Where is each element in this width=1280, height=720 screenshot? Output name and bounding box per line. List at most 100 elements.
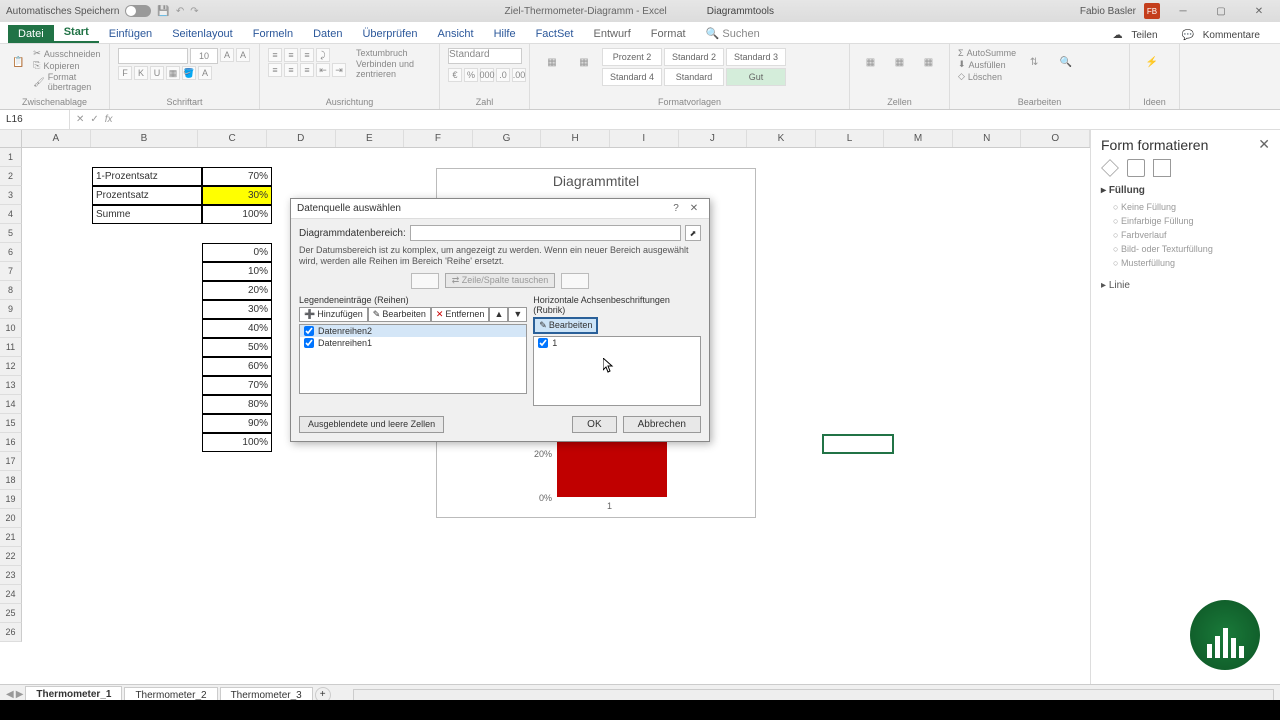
column-header[interactable]: N xyxy=(953,130,1022,147)
inc-dec-icon[interactable]: .0 xyxy=(496,68,510,82)
cell[interactable]: 30% xyxy=(202,186,272,205)
cell[interactable]: Summe xyxy=(92,205,202,224)
comments-button[interactable]: 💬 Kommentare xyxy=(1176,28,1272,43)
cell[interactable]: 100% xyxy=(202,205,272,224)
fill-solid-radio[interactable]: ○ Einfarbige Füllung xyxy=(1101,214,1270,228)
format-cells-icon[interactable]: ▦ xyxy=(916,48,941,76)
fill-picture-radio[interactable]: ○ Bild- oder Texturfüllung xyxy=(1101,242,1270,256)
series-list[interactable]: Datenreihen2 Datenreihen1 xyxy=(299,324,527,394)
tab-hilfe[interactable]: Hilfe xyxy=(484,25,526,43)
worksheet[interactable]: ABCDEFGHIJKLMNO 123456789101112131415161… xyxy=(0,130,1090,684)
row-header[interactable]: 16 xyxy=(0,433,22,452)
redo-icon[interactable]: ↷ xyxy=(190,6,198,17)
decrease-font-icon[interactable]: A xyxy=(236,48,250,62)
add-series-button[interactable]: ➕Hinzufügen xyxy=(299,307,368,322)
row-header[interactable]: 8 xyxy=(0,281,22,300)
tab-formeln[interactable]: Formeln xyxy=(243,25,303,43)
column-header[interactable]: I xyxy=(610,130,679,147)
align-bot-icon[interactable]: ≡ xyxy=(300,48,314,62)
cell[interactable]: 70% xyxy=(202,167,272,186)
minimize-button[interactable]: ─ xyxy=(1168,2,1198,20)
row-header[interactable]: 25 xyxy=(0,604,22,623)
row-header[interactable]: 26 xyxy=(0,623,22,642)
move-up-button[interactable]: ▲ xyxy=(489,307,508,322)
tab-ansicht[interactable]: Ansicht xyxy=(427,25,483,43)
cancel-button[interactable]: Abbrechen xyxy=(623,416,701,433)
cell[interactable]: 100% xyxy=(202,433,272,452)
style-standard3[interactable]: Standard 3 xyxy=(726,48,786,66)
tab-format[interactable]: Format xyxy=(641,25,696,43)
fill-button[interactable]: ⬇ Ausfüllen xyxy=(958,59,1016,70)
row-header[interactable]: 12 xyxy=(0,357,22,376)
tab-start[interactable]: Start xyxy=(54,23,99,43)
row-header[interactable]: 24 xyxy=(0,585,22,604)
column-header[interactable]: F xyxy=(404,130,473,147)
wrap-text-button[interactable]: Textumbruch xyxy=(356,48,431,58)
column-header[interactable]: O xyxy=(1021,130,1090,147)
tab-datei[interactable]: Datei xyxy=(8,25,54,43)
column-header[interactable]: J xyxy=(679,130,748,147)
align-mid-icon[interactable]: ≡ xyxy=(284,48,298,62)
font-size[interactable]: 10 xyxy=(190,48,218,64)
column-header[interactable]: E xyxy=(336,130,405,147)
enter-formula-icon[interactable]: ✓ xyxy=(90,114,98,125)
cell[interactable]: 70% xyxy=(202,376,272,395)
comma-icon[interactable]: 000 xyxy=(480,68,494,82)
row-header[interactable]: 17 xyxy=(0,452,22,471)
dialog-help-icon[interactable]: ? xyxy=(667,203,685,214)
tab-suchen[interactable]: 🔍 Suchen xyxy=(696,24,770,43)
chart-range-input[interactable] xyxy=(410,225,681,241)
close-button[interactable]: ✕ xyxy=(1244,2,1274,20)
effects-tab-icon[interactable] xyxy=(1127,159,1145,177)
cell[interactable]: 90% xyxy=(202,414,272,433)
column-header[interactable]: D xyxy=(267,130,336,147)
user-avatar[interactable]: FB xyxy=(1144,3,1160,19)
cut-button[interactable]: ✂ Ausschneiden xyxy=(33,48,101,59)
cancel-formula-icon[interactable]: ✕ xyxy=(76,114,84,125)
style-standard[interactable]: Standard xyxy=(664,68,724,86)
underline-button[interactable]: U xyxy=(150,66,164,80)
fill-section-header[interactable]: ▸ Füllung xyxy=(1101,185,1270,196)
column-header[interactable]: K xyxy=(747,130,816,147)
font-select[interactable] xyxy=(118,48,188,64)
row-header[interactable]: 13 xyxy=(0,376,22,395)
column-header[interactable]: A xyxy=(22,130,91,147)
cell[interactable]: 50% xyxy=(202,338,272,357)
cell[interactable]: 60% xyxy=(202,357,272,376)
cell[interactable]: Prozentsatz xyxy=(92,186,202,205)
currency-icon[interactable]: € xyxy=(448,68,462,82)
style-standard4[interactable]: Standard 4 xyxy=(602,68,662,86)
percent-icon[interactable]: % xyxy=(464,68,478,82)
style-standard2[interactable]: Standard 2 xyxy=(664,48,724,66)
tab-nav-prev-icon[interactable]: ◀ xyxy=(6,689,14,700)
delete-cells-icon[interactable]: ▦ xyxy=(887,48,912,76)
column-headers[interactable]: ABCDEFGHIJKLMNO xyxy=(22,130,1090,148)
horizontal-scrollbar[interactable] xyxy=(353,689,1274,701)
maximize-button[interactable]: ▢ xyxy=(1206,2,1236,20)
orient-icon[interactable]: ⤸ xyxy=(316,48,330,62)
tab-einfuegen[interactable]: Einfügen xyxy=(99,25,162,43)
row-header[interactable]: 20 xyxy=(0,509,22,528)
swap-row-col-button[interactable]: ⇄ Zeile/Spalte tauschen xyxy=(445,273,556,288)
autosum-button[interactable]: Σ AutoSumme xyxy=(958,48,1016,58)
copy-button[interactable]: ⎘ Kopieren xyxy=(33,60,101,71)
number-format-select[interactable]: Standard xyxy=(448,48,522,64)
row-header[interactable]: 3 xyxy=(0,186,22,205)
column-header[interactable]: C xyxy=(198,130,267,147)
table-format-icon[interactable]: ▦ xyxy=(570,48,598,76)
tab-daten[interactable]: Daten xyxy=(303,25,352,43)
tab-nav-next-icon[interactable]: ▶ xyxy=(16,689,24,700)
row-header[interactable]: 11 xyxy=(0,338,22,357)
name-box[interactable]: L16 xyxy=(0,110,70,129)
row-header[interactable]: 10 xyxy=(0,319,22,338)
row-header[interactable]: 14 xyxy=(0,395,22,414)
axis-list[interactable]: 1 xyxy=(533,336,701,406)
ideas-icon[interactable]: ⚡ xyxy=(1138,48,1166,76)
undo-icon[interactable]: ↶ xyxy=(176,6,184,17)
fill-gradient-radio[interactable]: ○ Farbverlauf xyxy=(1101,228,1270,242)
row-header[interactable]: 4 xyxy=(0,205,22,224)
row-header[interactable]: 6 xyxy=(0,243,22,262)
column-header[interactable]: B xyxy=(91,130,199,147)
cell[interactable]: 40% xyxy=(202,319,272,338)
align-left-icon[interactable]: ≡ xyxy=(268,63,282,77)
